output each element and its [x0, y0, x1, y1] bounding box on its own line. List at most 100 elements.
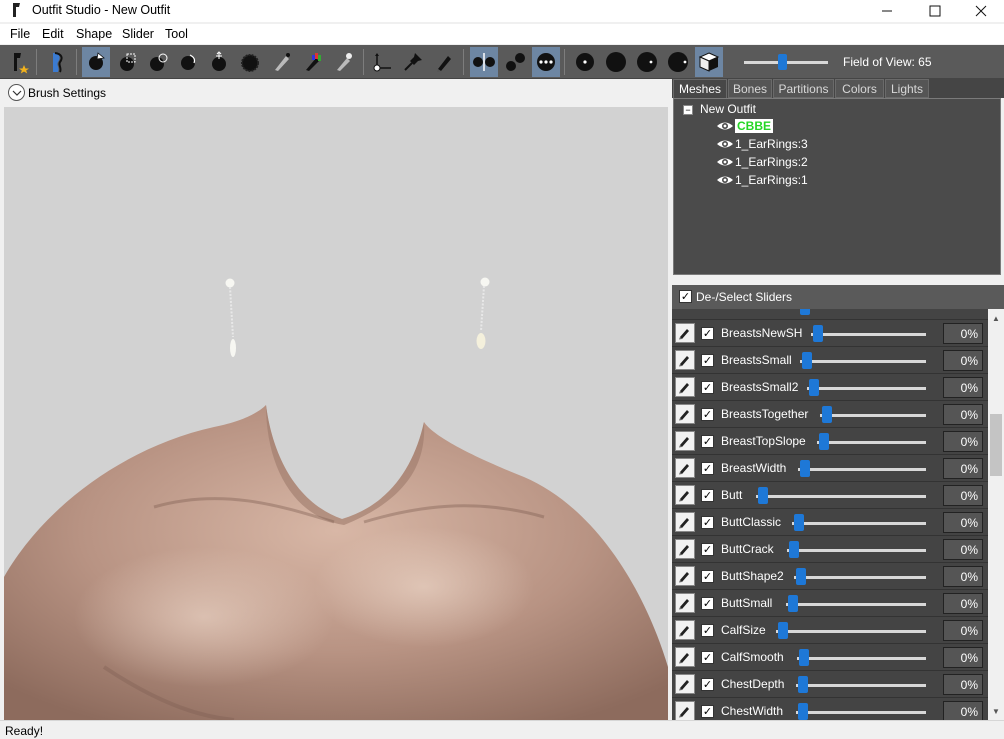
slider-checkbox[interactable]: ✓ [701, 705, 714, 718]
edit-slider-button[interactable] [675, 539, 695, 559]
edit-slider-button[interactable] [675, 701, 695, 720]
tab-partitions[interactable]: Partitions [773, 79, 834, 98]
slider-value-field[interactable]: 0% [943, 323, 983, 344]
edit-slider-button[interactable] [675, 350, 695, 370]
eye-visible-icon[interactable] [716, 156, 734, 168]
tab-bones[interactable]: Bones [728, 79, 772, 98]
slider-track[interactable] [792, 522, 926, 525]
deselect-sliders-checkbox[interactable]: ✓ [679, 290, 692, 303]
view-cube-button[interactable] [695, 47, 723, 77]
slider-thumb[interactable] [800, 460, 810, 477]
edit-slider-button[interactable] [675, 647, 695, 667]
slider-thumb[interactable] [778, 622, 788, 639]
brush-settings-toggle[interactable] [8, 84, 25, 101]
menu-shape[interactable]: Shape [76, 27, 112, 41]
minimize-button[interactable] [864, 0, 910, 22]
edit-slider-button[interactable] [675, 674, 695, 694]
slider-track[interactable] [787, 549, 926, 552]
mesh-item[interactable]: 1_EarRings:2 [716, 154, 808, 170]
slider-checkbox[interactable]: ✓ [701, 651, 714, 664]
slider-thumb[interactable] [813, 325, 823, 342]
slider-checkbox[interactable]: ✓ [701, 408, 714, 421]
slider-thumb[interactable] [796, 568, 806, 585]
new-project-button[interactable] [4, 47, 32, 77]
color-brush-button[interactable] [299, 47, 327, 77]
menu-tool[interactable]: Tool [165, 27, 188, 41]
undiff-brush-button[interactable] [268, 47, 296, 77]
slider-value-field[interactable]: 0% [943, 539, 983, 560]
edit-slider-button[interactable] [675, 323, 695, 343]
slider-list-scrollbar[interactable]: ▲ ▼ [988, 309, 1004, 720]
mesh-item[interactable]: CBBE [716, 118, 774, 134]
slider-thumb[interactable] [788, 595, 798, 612]
edit-slider-button[interactable] [675, 431, 695, 451]
brush-size-medium-button[interactable] [602, 47, 630, 77]
slider-checkbox[interactable]: ✓ [701, 624, 714, 637]
slider-value-field[interactable]: 0% [943, 404, 983, 425]
menu-file[interactable]: File [10, 27, 30, 41]
slider-checkbox[interactable]: ✓ [701, 516, 714, 529]
pivot-button[interactable] [399, 47, 427, 77]
edit-slider-button[interactable] [675, 512, 695, 532]
slider-value-field[interactable]: 0% [943, 566, 983, 587]
tree-root-new-outfit[interactable]: New Outfit [700, 102, 756, 116]
slider-value-field[interactable]: 0% [943, 512, 983, 533]
slider-checkbox[interactable]: ✓ [701, 678, 714, 691]
mesh-item[interactable]: 1_EarRings:3 [716, 136, 808, 152]
slider-value-field[interactable]: 0% [943, 377, 983, 398]
brush-size-xlarge-button[interactable] [664, 47, 692, 77]
reference-template-button[interactable] [44, 47, 72, 77]
scrollbar-thumb[interactable] [990, 414, 1002, 476]
slider-thumb[interactable] [758, 487, 768, 504]
scroll-down-arrow-icon[interactable]: ▼ [988, 704, 1004, 718]
slider-thumb[interactable] [798, 676, 808, 693]
slider-thumb[interactable] [809, 379, 819, 396]
slider-track[interactable] [817, 441, 926, 444]
slider-track[interactable] [786, 603, 926, 606]
scroll-up-arrow-icon[interactable]: ▲ [988, 311, 1004, 325]
slider-track[interactable] [776, 630, 926, 633]
slider-track[interactable] [800, 360, 926, 363]
slider-value-field[interactable]: 0% [943, 647, 983, 668]
slider-value-field[interactable]: 0% [943, 350, 983, 371]
slider-track[interactable] [797, 657, 926, 660]
slider-checkbox[interactable]: ✓ [701, 489, 714, 502]
tab-colors[interactable]: Colors [835, 79, 884, 98]
slider-thumb[interactable] [822, 406, 832, 423]
slider-value-field[interactable]: 0% [943, 485, 983, 506]
smooth-brush-button[interactable] [236, 47, 264, 77]
slider-value-field[interactable]: 0% [943, 458, 983, 479]
slider-checkbox[interactable]: ✓ [701, 435, 714, 448]
eye-visible-icon[interactable] [716, 120, 734, 132]
eye-visible-icon[interactable] [716, 138, 734, 150]
slider-value-field[interactable]: 0% [943, 701, 983, 720]
slider-checkbox[interactable]: ✓ [701, 327, 714, 340]
move-brush-button[interactable] [205, 47, 233, 77]
select-brush-button[interactable] [82, 47, 110, 77]
edit-slider-button[interactable] [675, 404, 695, 424]
xray-button[interactable] [532, 47, 560, 77]
tab-lights[interactable]: Lights [885, 79, 929, 98]
brush-settings-label[interactable]: Brush Settings [28, 86, 106, 100]
slider-checkbox[interactable]: ✓ [701, 381, 714, 394]
edit-slider-button[interactable] [675, 620, 695, 640]
slider-thumb[interactable] [799, 649, 809, 666]
menu-edit[interactable]: Edit [42, 27, 64, 41]
menu-slider[interactable]: Slider [122, 27, 154, 41]
mask-brush-button[interactable] [113, 47, 141, 77]
edit-slider-button[interactable] [675, 377, 695, 397]
slider-track[interactable] [796, 684, 926, 687]
inflate-brush-button[interactable] [144, 47, 172, 77]
slider-value-field[interactable]: 0% [943, 674, 983, 695]
alpha-brush-button[interactable] [330, 47, 358, 77]
slider-track[interactable] [796, 711, 926, 714]
slider-thumb[interactable] [794, 514, 804, 531]
slider-checkbox[interactable]: ✓ [701, 354, 714, 367]
deflate-brush-button[interactable] [174, 47, 202, 77]
tab-meshes[interactable]: Meshes [673, 79, 727, 98]
eye-visible-icon[interactable] [716, 174, 734, 186]
edit-slider-button[interactable] [675, 593, 695, 613]
slider-track[interactable] [794, 576, 926, 579]
3d-viewport[interactable] [4, 107, 668, 720]
slider-track[interactable] [798, 468, 926, 471]
